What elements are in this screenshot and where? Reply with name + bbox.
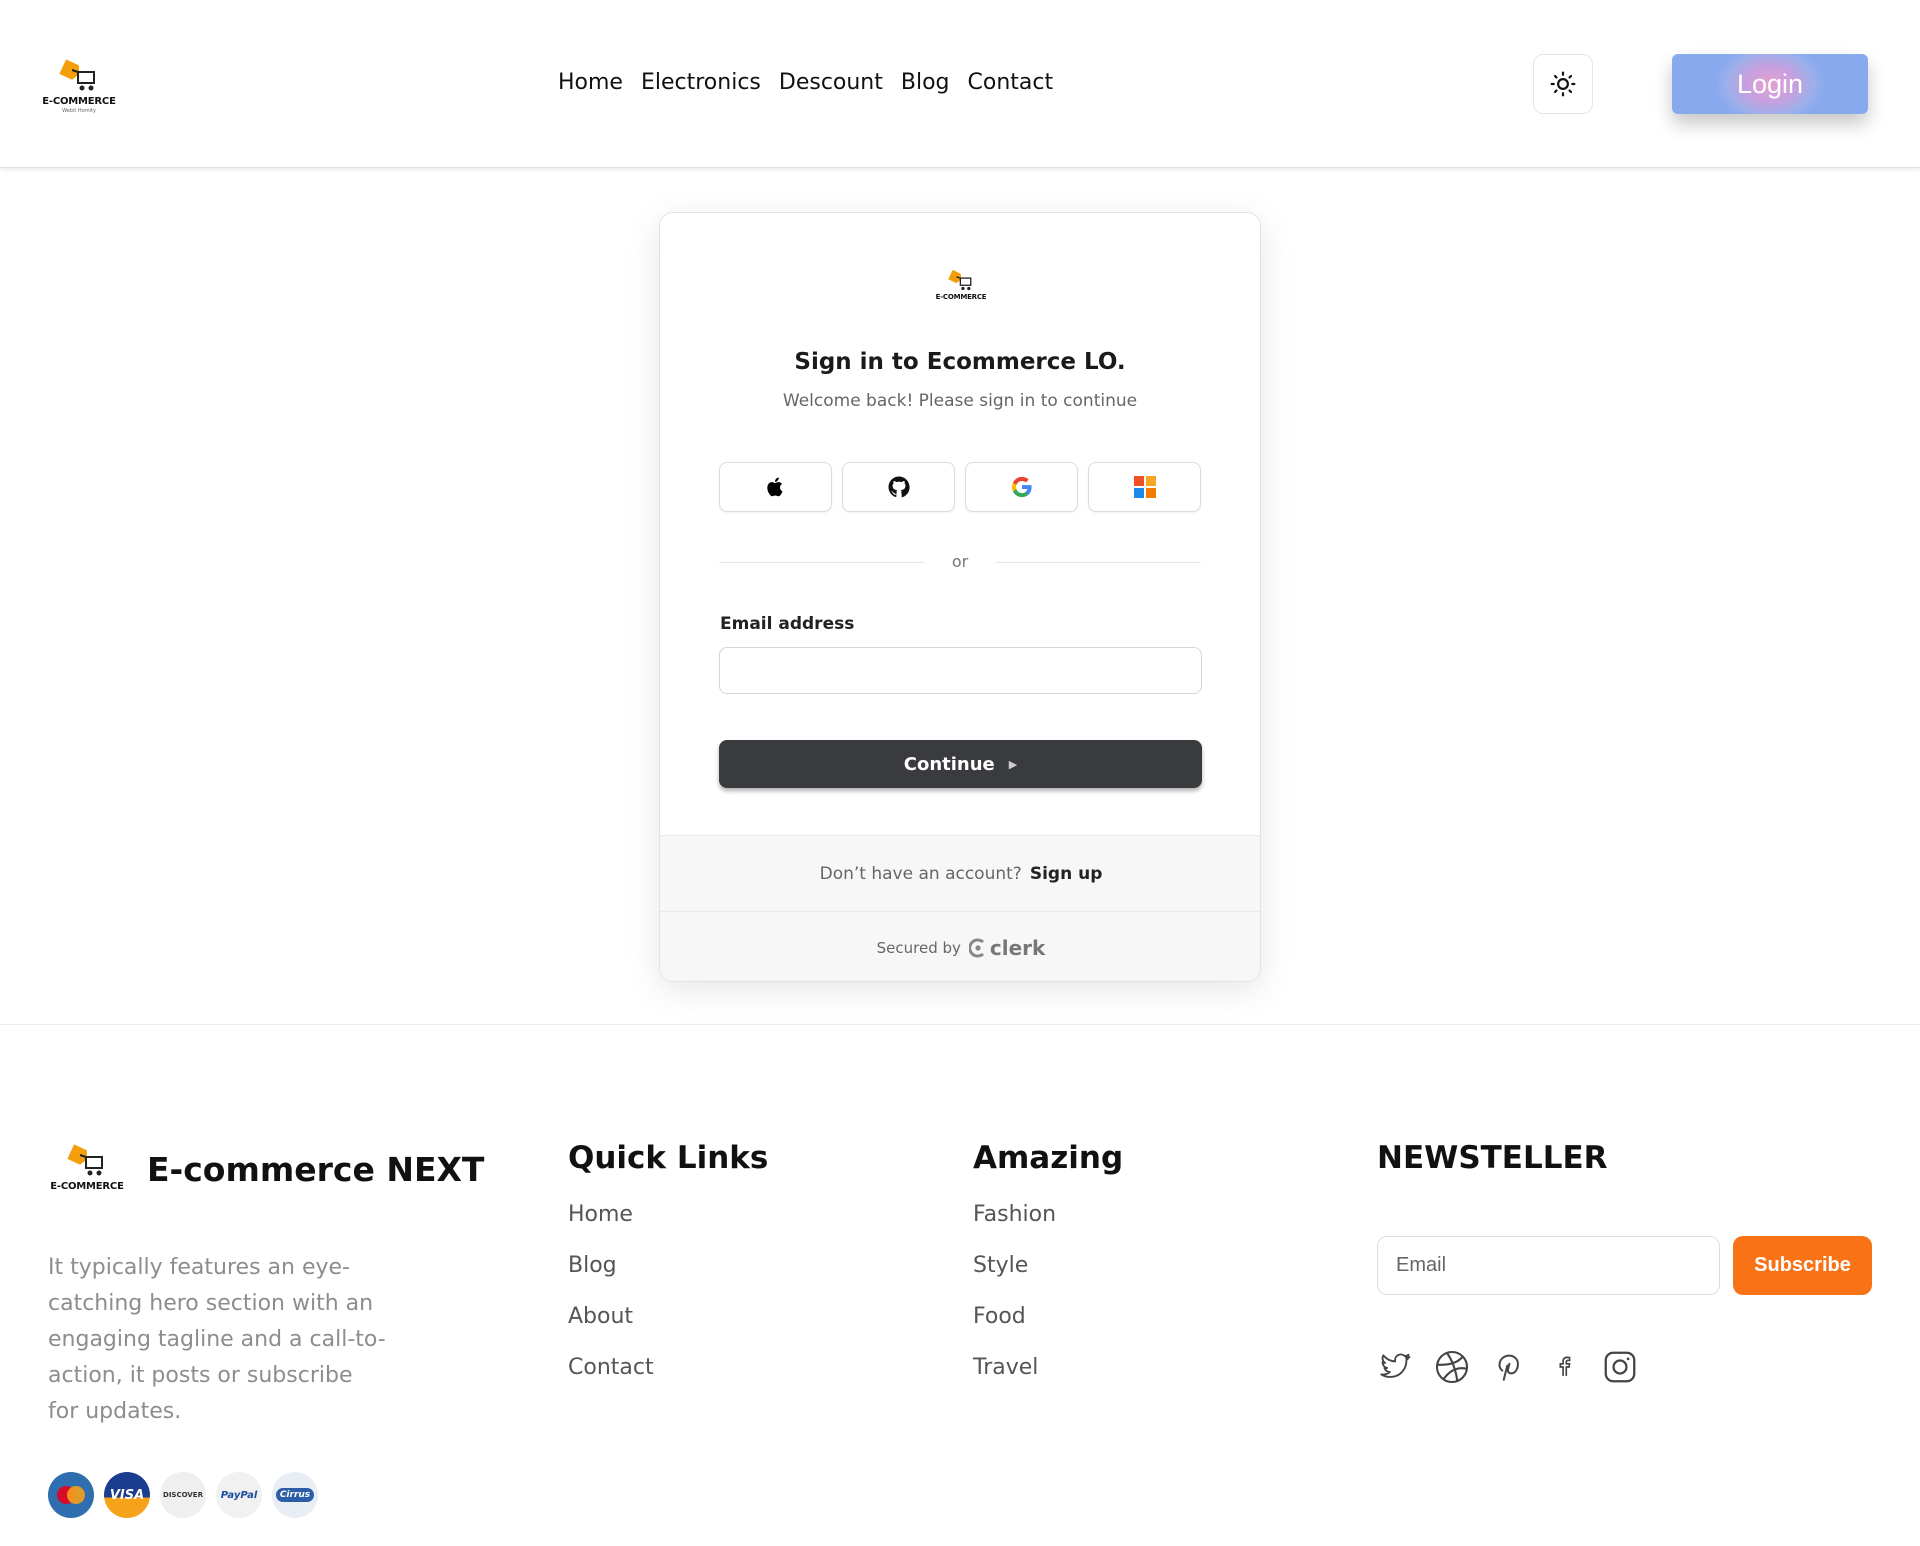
divider-line	[995, 562, 1201, 563]
google-icon	[1011, 476, 1032, 498]
discover-icon: DISCOVER	[160, 1472, 206, 1518]
footer-logo-text: E-COMMERCE	[50, 1181, 124, 1192]
footer-link-home[interactable]: Home	[568, 1200, 654, 1229]
nav-electronics[interactable]: Electronics	[641, 70, 761, 95]
cart-tag-icon	[59, 59, 95, 91]
mastercard-icon	[48, 1472, 94, 1518]
signin-subtitle: Welcome back! Please sign in to continue	[782, 391, 1138, 411]
footer-divider	[0, 1024, 1920, 1025]
caret-right-icon: ▶	[1008, 757, 1018, 771]
sun-icon	[1550, 71, 1576, 97]
footer-link-contact[interactable]: Contact	[568, 1353, 654, 1382]
paypal-icon: PayPal	[216, 1472, 262, 1518]
social-links	[1377, 1348, 1639, 1386]
site-header: E-COMMERCE Webit Homity Home Electronics…	[0, 0, 1920, 168]
theme-toggle-button[interactable]	[1533, 54, 1593, 114]
footer-description: It typically features an eye-catching he…	[48, 1255, 386, 1424]
logo-subtext: Webit Homity	[62, 108, 96, 114]
continue-button[interactable]: Continue ▶	[719, 740, 1202, 788]
apple-icon	[766, 477, 783, 497]
signup-prompt: Don’t have an account? Sign up	[660, 835, 1260, 911]
cart-tag-icon	[67, 1144, 103, 1176]
github-icon	[888, 476, 910, 498]
nav-descount[interactable]: Descount	[779, 70, 883, 95]
signin-logo: E-COMMERCE	[935, 269, 987, 311]
signin-card: E-COMMERCE Sign in to Ecommerce LO. Welc…	[659, 212, 1261, 982]
visa-icon: VISA	[104, 1472, 150, 1518]
cirrus-label: Cirrus	[275, 1488, 315, 1502]
main-nav: Home Electronics Descount Blog Contact	[558, 70, 1053, 95]
social-login-row	[719, 462, 1201, 512]
facebook-icon[interactable]	[1545, 1348, 1583, 1386]
nav-contact[interactable]: Contact	[968, 70, 1054, 95]
pinterest-icon[interactable]	[1489, 1348, 1527, 1386]
footer-link-fashion[interactable]: Fashion	[973, 1200, 1056, 1229]
quick-links-title: Quick Links	[568, 1140, 769, 1176]
newsletter-title: NEWSTELLER	[1377, 1140, 1608, 1176]
footer-link-travel[interactable]: Travel	[973, 1353, 1056, 1382]
twitter-icon[interactable]	[1377, 1348, 1415, 1386]
quick-links-list: Home Blog About Contact	[568, 1200, 654, 1382]
footer-link-style[interactable]: Style	[973, 1251, 1056, 1280]
apple-login-button[interactable]	[719, 462, 832, 512]
microsoft-login-button[interactable]	[1088, 462, 1201, 512]
secured-by-text: Secured by	[876, 938, 961, 957]
clerk-icon	[968, 938, 984, 957]
payment-methods: VISA DISCOVER PayPal Cirrus	[48, 1472, 318, 1518]
login-button[interactable]: Login	[1672, 54, 1868, 114]
signin-logo-text: E-COMMERCE	[935, 293, 987, 301]
site-logo[interactable]: E-COMMERCE Webit Homity	[40, 58, 118, 116]
or-divider: or	[719, 552, 1201, 572]
cart-tag-icon	[948, 269, 972, 291]
cirrus-icon: Cirrus	[272, 1472, 318, 1518]
microsoft-icon	[1133, 476, 1156, 498]
continue-label: Continue	[903, 753, 995, 775]
discover-label: DISCOVER	[163, 1491, 203, 1499]
visa-label: VISA	[109, 1487, 145, 1503]
amazing-list: Fashion Style Food Travel	[973, 1200, 1056, 1382]
paypal-label: PayPal	[220, 1489, 258, 1501]
signin-title: Sign in to Ecommerce LO.	[794, 349, 1126, 375]
dribbble-icon[interactable]	[1433, 1348, 1471, 1386]
google-login-button[interactable]	[965, 462, 1078, 512]
footer-link-about[interactable]: About	[568, 1302, 654, 1331]
nav-blog[interactable]: Blog	[901, 70, 950, 95]
email-field[interactable]	[719, 647, 1202, 694]
newsletter-email-input[interactable]	[1377, 1236, 1720, 1295]
clerk-label: clerk	[989, 935, 1046, 960]
no-account-text: Don’t have an account?	[819, 863, 1022, 884]
subscribe-button[interactable]: Subscribe	[1733, 1236, 1872, 1295]
email-label: Email address	[720, 614, 855, 634]
signup-link[interactable]: Sign up	[1030, 864, 1103, 884]
clerk-logo[interactable]: clerk	[968, 935, 1046, 960]
instagram-icon[interactable]	[1601, 1348, 1639, 1386]
secured-by-bar: Secured by clerk	[660, 911, 1260, 981]
github-login-button[interactable]	[842, 462, 955, 512]
footer-link-food[interactable]: Food	[973, 1302, 1056, 1331]
logo-text: E-COMMERCE	[42, 96, 116, 107]
nav-home[interactable]: Home	[558, 70, 623, 95]
amazing-title: Amazing	[973, 1140, 1124, 1176]
footer-link-blog[interactable]: Blog	[568, 1251, 654, 1280]
footer-logo[interactable]: E-COMMERCE	[48, 1143, 126, 1201]
footer-brand: E-commerce NEXT	[147, 1150, 485, 1189]
